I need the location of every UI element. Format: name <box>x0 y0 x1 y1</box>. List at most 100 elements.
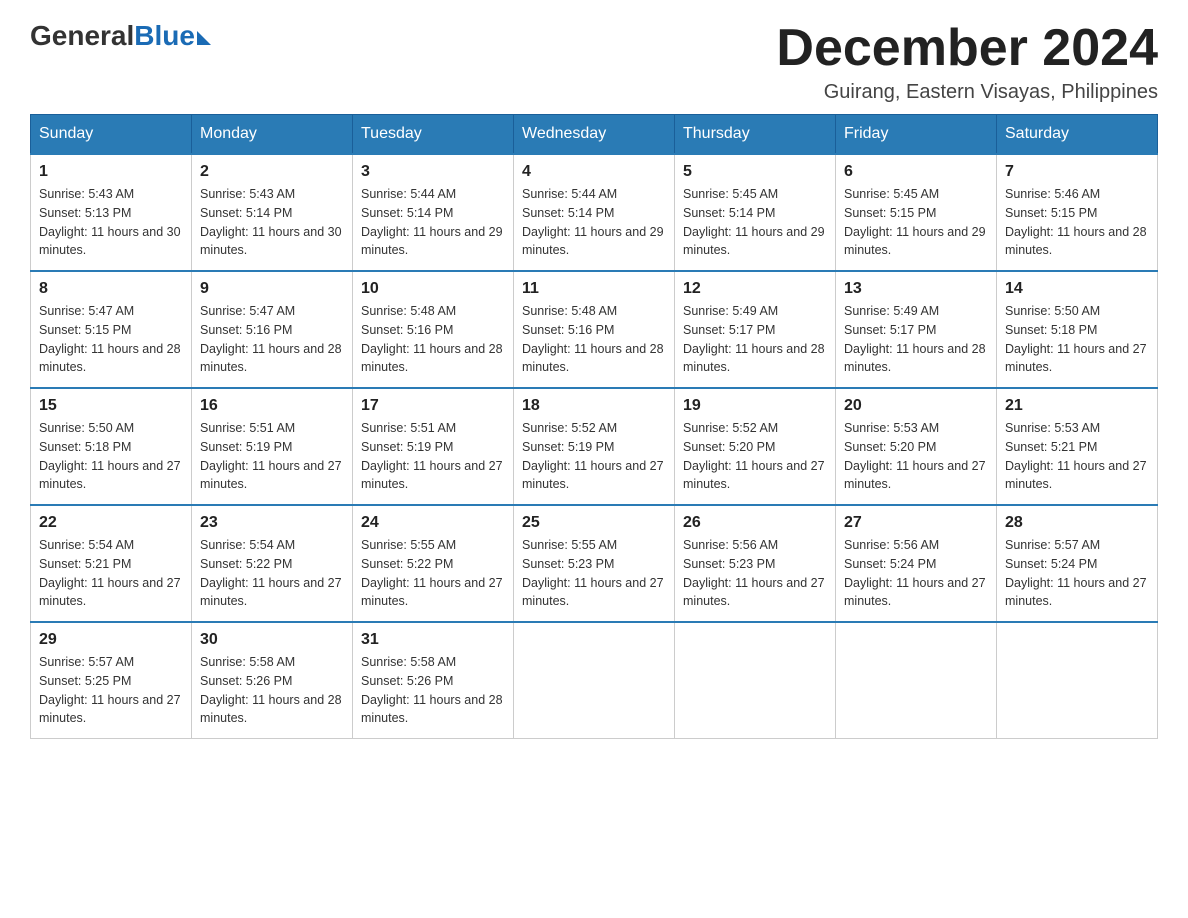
page-header: General Blue December 2024 Guirang, East… <box>30 20 1158 104</box>
day-number: 28 <box>1005 514 1149 532</box>
day-number: 22 <box>39 514 183 532</box>
calendar-cell: 17 Sunrise: 5:51 AMSunset: 5:19 PMDaylig… <box>353 388 514 505</box>
day-info: Sunrise: 5:45 AMSunset: 5:15 PMDaylight:… <box>844 185 988 260</box>
day-number: 26 <box>683 514 827 532</box>
day-info: Sunrise: 5:44 AMSunset: 5:14 PMDaylight:… <box>361 185 505 260</box>
logo-blue-part: Blue <box>134 20 211 52</box>
calendar-cell: 1 Sunrise: 5:43 AMSunset: 5:13 PMDayligh… <box>31 154 192 271</box>
day-info: Sunrise: 5:49 AMSunset: 5:17 PMDaylight:… <box>844 302 988 377</box>
calendar-cell: 5 Sunrise: 5:45 AMSunset: 5:14 PMDayligh… <box>675 154 836 271</box>
weekday-header-tuesday: Tuesday <box>353 115 514 155</box>
calendar-week-row: 15 Sunrise: 5:50 AMSunset: 5:18 PMDaylig… <box>31 388 1158 505</box>
day-info: Sunrise: 5:50 AMSunset: 5:18 PMDaylight:… <box>39 419 183 494</box>
day-number: 7 <box>1005 163 1149 181</box>
day-number: 21 <box>1005 397 1149 415</box>
day-info: Sunrise: 5:54 AMSunset: 5:21 PMDaylight:… <box>39 536 183 611</box>
calendar-cell: 24 Sunrise: 5:55 AMSunset: 5:22 PMDaylig… <box>353 505 514 622</box>
day-number: 14 <box>1005 280 1149 298</box>
calendar-cell <box>514 622 675 739</box>
calendar-cell: 18 Sunrise: 5:52 AMSunset: 5:19 PMDaylig… <box>514 388 675 505</box>
calendar-cell: 12 Sunrise: 5:49 AMSunset: 5:17 PMDaylig… <box>675 271 836 388</box>
day-info: Sunrise: 5:43 AMSunset: 5:14 PMDaylight:… <box>200 185 344 260</box>
day-number: 23 <box>200 514 344 532</box>
day-info: Sunrise: 5:47 AMSunset: 5:16 PMDaylight:… <box>200 302 344 377</box>
calendar-cell: 14 Sunrise: 5:50 AMSunset: 5:18 PMDaylig… <box>997 271 1158 388</box>
day-info: Sunrise: 5:53 AMSunset: 5:21 PMDaylight:… <box>1005 419 1149 494</box>
calendar-cell: 10 Sunrise: 5:48 AMSunset: 5:16 PMDaylig… <box>353 271 514 388</box>
weekday-header-thursday: Thursday <box>675 115 836 155</box>
day-info: Sunrise: 5:55 AMSunset: 5:22 PMDaylight:… <box>361 536 505 611</box>
logo-blue-text: Blue <box>134 20 195 52</box>
day-number: 25 <box>522 514 666 532</box>
day-info: Sunrise: 5:57 AMSunset: 5:24 PMDaylight:… <box>1005 536 1149 611</box>
day-number: 24 <box>361 514 505 532</box>
day-info: Sunrise: 5:53 AMSunset: 5:20 PMDaylight:… <box>844 419 988 494</box>
day-number: 2 <box>200 163 344 181</box>
calendar-table: SundayMondayTuesdayWednesdayThursdayFrid… <box>30 114 1158 739</box>
calendar-cell: 31 Sunrise: 5:58 AMSunset: 5:26 PMDaylig… <box>353 622 514 739</box>
day-number: 1 <box>39 163 183 181</box>
day-info: Sunrise: 5:47 AMSunset: 5:15 PMDaylight:… <box>39 302 183 377</box>
day-number: 4 <box>522 163 666 181</box>
day-number: 16 <box>200 397 344 415</box>
calendar-week-row: 8 Sunrise: 5:47 AMSunset: 5:15 PMDayligh… <box>31 271 1158 388</box>
calendar-cell: 26 Sunrise: 5:56 AMSunset: 5:23 PMDaylig… <box>675 505 836 622</box>
weekday-header-row: SundayMondayTuesdayWednesdayThursdayFrid… <box>31 115 1158 155</box>
day-info: Sunrise: 5:50 AMSunset: 5:18 PMDaylight:… <box>1005 302 1149 377</box>
day-info: Sunrise: 5:54 AMSunset: 5:22 PMDaylight:… <box>200 536 344 611</box>
day-number: 30 <box>200 631 344 649</box>
logo: General Blue <box>30 20 211 52</box>
weekday-header-saturday: Saturday <box>997 115 1158 155</box>
calendar-cell: 23 Sunrise: 5:54 AMSunset: 5:22 PMDaylig… <box>192 505 353 622</box>
day-info: Sunrise: 5:48 AMSunset: 5:16 PMDaylight:… <box>522 302 666 377</box>
day-info: Sunrise: 5:56 AMSunset: 5:24 PMDaylight:… <box>844 536 988 611</box>
day-number: 11 <box>522 280 666 298</box>
day-number: 18 <box>522 397 666 415</box>
day-number: 19 <box>683 397 827 415</box>
calendar-cell: 16 Sunrise: 5:51 AMSunset: 5:19 PMDaylig… <box>192 388 353 505</box>
weekday-header-friday: Friday <box>836 115 997 155</box>
day-info: Sunrise: 5:46 AMSunset: 5:15 PMDaylight:… <box>1005 185 1149 260</box>
day-number: 13 <box>844 280 988 298</box>
calendar-cell: 6 Sunrise: 5:45 AMSunset: 5:15 PMDayligh… <box>836 154 997 271</box>
calendar-cell: 15 Sunrise: 5:50 AMSunset: 5:18 PMDaylig… <box>31 388 192 505</box>
logo-general-text: General <box>30 20 134 52</box>
month-title: December 2024 <box>776 20 1158 77</box>
day-number: 17 <box>361 397 505 415</box>
calendar-cell <box>675 622 836 739</box>
title-section: December 2024 Guirang, Eastern Visayas, … <box>776 20 1158 104</box>
day-info: Sunrise: 5:49 AMSunset: 5:17 PMDaylight:… <box>683 302 827 377</box>
day-number: 31 <box>361 631 505 649</box>
day-number: 20 <box>844 397 988 415</box>
calendar-cell: 9 Sunrise: 5:47 AMSunset: 5:16 PMDayligh… <box>192 271 353 388</box>
weekday-header-monday: Monday <box>192 115 353 155</box>
location-text: Guirang, Eastern Visayas, Philippines <box>776 81 1158 104</box>
day-number: 29 <box>39 631 183 649</box>
day-number: 8 <box>39 280 183 298</box>
day-info: Sunrise: 5:44 AMSunset: 5:14 PMDaylight:… <box>522 185 666 260</box>
calendar-cell: 22 Sunrise: 5:54 AMSunset: 5:21 PMDaylig… <box>31 505 192 622</box>
day-info: Sunrise: 5:52 AMSunset: 5:20 PMDaylight:… <box>683 419 827 494</box>
calendar-cell: 3 Sunrise: 5:44 AMSunset: 5:14 PMDayligh… <box>353 154 514 271</box>
calendar-cell: 13 Sunrise: 5:49 AMSunset: 5:17 PMDaylig… <box>836 271 997 388</box>
day-info: Sunrise: 5:52 AMSunset: 5:19 PMDaylight:… <box>522 419 666 494</box>
calendar-cell: 19 Sunrise: 5:52 AMSunset: 5:20 PMDaylig… <box>675 388 836 505</box>
day-info: Sunrise: 5:55 AMSunset: 5:23 PMDaylight:… <box>522 536 666 611</box>
day-info: Sunrise: 5:58 AMSunset: 5:26 PMDaylight:… <box>361 653 505 728</box>
day-info: Sunrise: 5:45 AMSunset: 5:14 PMDaylight:… <box>683 185 827 260</box>
logo-triangle-icon <box>197 31 211 45</box>
calendar-cell: 11 Sunrise: 5:48 AMSunset: 5:16 PMDaylig… <box>514 271 675 388</box>
calendar-cell: 30 Sunrise: 5:58 AMSunset: 5:26 PMDaylig… <box>192 622 353 739</box>
day-info: Sunrise: 5:56 AMSunset: 5:23 PMDaylight:… <box>683 536 827 611</box>
day-number: 12 <box>683 280 827 298</box>
day-number: 15 <box>39 397 183 415</box>
day-info: Sunrise: 5:51 AMSunset: 5:19 PMDaylight:… <box>361 419 505 494</box>
calendar-cell <box>836 622 997 739</box>
day-number: 6 <box>844 163 988 181</box>
calendar-cell: 28 Sunrise: 5:57 AMSunset: 5:24 PMDaylig… <box>997 505 1158 622</box>
calendar-cell: 27 Sunrise: 5:56 AMSunset: 5:24 PMDaylig… <box>836 505 997 622</box>
day-number: 3 <box>361 163 505 181</box>
day-info: Sunrise: 5:51 AMSunset: 5:19 PMDaylight:… <box>200 419 344 494</box>
calendar-cell: 21 Sunrise: 5:53 AMSunset: 5:21 PMDaylig… <box>997 388 1158 505</box>
calendar-week-row: 29 Sunrise: 5:57 AMSunset: 5:25 PMDaylig… <box>31 622 1158 739</box>
